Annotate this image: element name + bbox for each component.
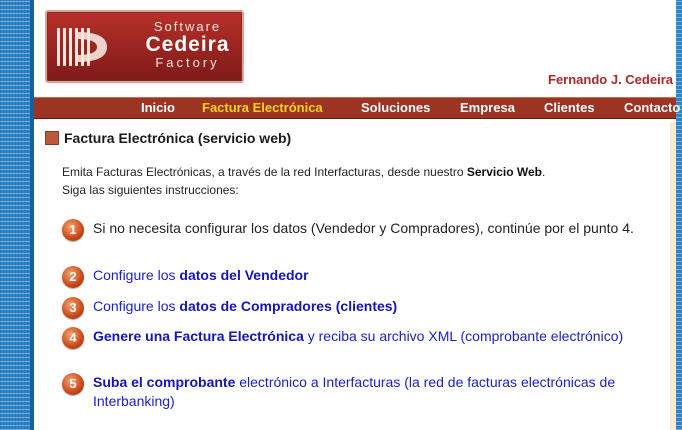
step-number-4-icon: 4 bbox=[62, 327, 84, 349]
author-name: Fernando J. Cedeira bbox=[548, 72, 673, 87]
step-2: 2 Configure los datos del Vendedor bbox=[62, 266, 677, 288]
left-decorative-strip bbox=[0, 0, 34, 430]
company-logo[interactable]: Software Cedeira Factory bbox=[45, 10, 244, 83]
nav-inicio[interactable]: Inicio bbox=[141, 100, 175, 115]
step-2-pre: Configure los bbox=[93, 267, 180, 283]
logo-text-software: Software bbox=[153, 19, 222, 34]
step-number-1-icon: 1 bbox=[62, 219, 84, 241]
step-3-link-compradores[interactable]: datos de Compradores (clientes) bbox=[179, 298, 397, 314]
logo-mark-icon bbox=[57, 28, 107, 66]
nav-empresa[interactable]: Empresa bbox=[460, 100, 515, 115]
right-decorative-strip bbox=[676, 0, 682, 430]
step-number-2-icon: 2 bbox=[62, 266, 84, 288]
page-title: Factura Electrónica (servicio web) bbox=[64, 130, 292, 146]
nav-clientes[interactable]: Clientes bbox=[544, 100, 595, 115]
step-1-text: Si no necesita configurar los datos (Ven… bbox=[93, 220, 634, 236]
step-number-3-icon: 3 bbox=[62, 297, 84, 319]
nav-contacto[interactable]: Contacto bbox=[624, 100, 680, 115]
step-number-5-icon: 5 bbox=[62, 373, 84, 395]
logo-text-factory: Factory bbox=[155, 55, 220, 70]
intro-post: . bbox=[542, 165, 546, 179]
intro-line2: Siga las siguientes instrucciones: bbox=[62, 183, 239, 197]
step-4-post: y reciba su archivo XML (comprobante ele… bbox=[303, 328, 624, 344]
step-5-link-subir[interactable]: Suba el comprobante bbox=[93, 374, 235, 390]
intro-bold: Servicio Web bbox=[466, 165, 542, 179]
intro-text: Emita Facturas Electrónicas, a través de… bbox=[62, 163, 545, 199]
step-5: 5 Suba el comprobante electrónico a Inte… bbox=[62, 373, 677, 411]
step-2-link-vendedor[interactable]: datos del Vendedor bbox=[179, 267, 308, 283]
main-navigation: Inicio Factura Electrónica Soluciones Em… bbox=[34, 97, 680, 119]
step-3-pre: Configure los bbox=[93, 298, 180, 314]
nav-factura-electronica[interactable]: Factura Electrónica bbox=[202, 100, 323, 115]
intro-pre: Emita Facturas Electrónicas, a través de… bbox=[62, 165, 467, 179]
step-1: 1 Si no necesita configurar los datos (V… bbox=[62, 219, 677, 241]
logo-text-cedeira: Cedeira bbox=[145, 33, 230, 56]
page-heading: Factura Electrónica (servicio web) bbox=[45, 130, 291, 146]
step-4-link-generar[interactable]: Genere una Factura Electrónica bbox=[93, 328, 304, 344]
step-3: 3 Configure los datos de Compradores (cl… bbox=[62, 297, 677, 319]
nav-soluciones[interactable]: Soluciones bbox=[361, 100, 430, 115]
step-4: 4 Genere una Factura Electrónica y recib… bbox=[62, 327, 677, 349]
heading-square-icon bbox=[45, 131, 59, 145]
